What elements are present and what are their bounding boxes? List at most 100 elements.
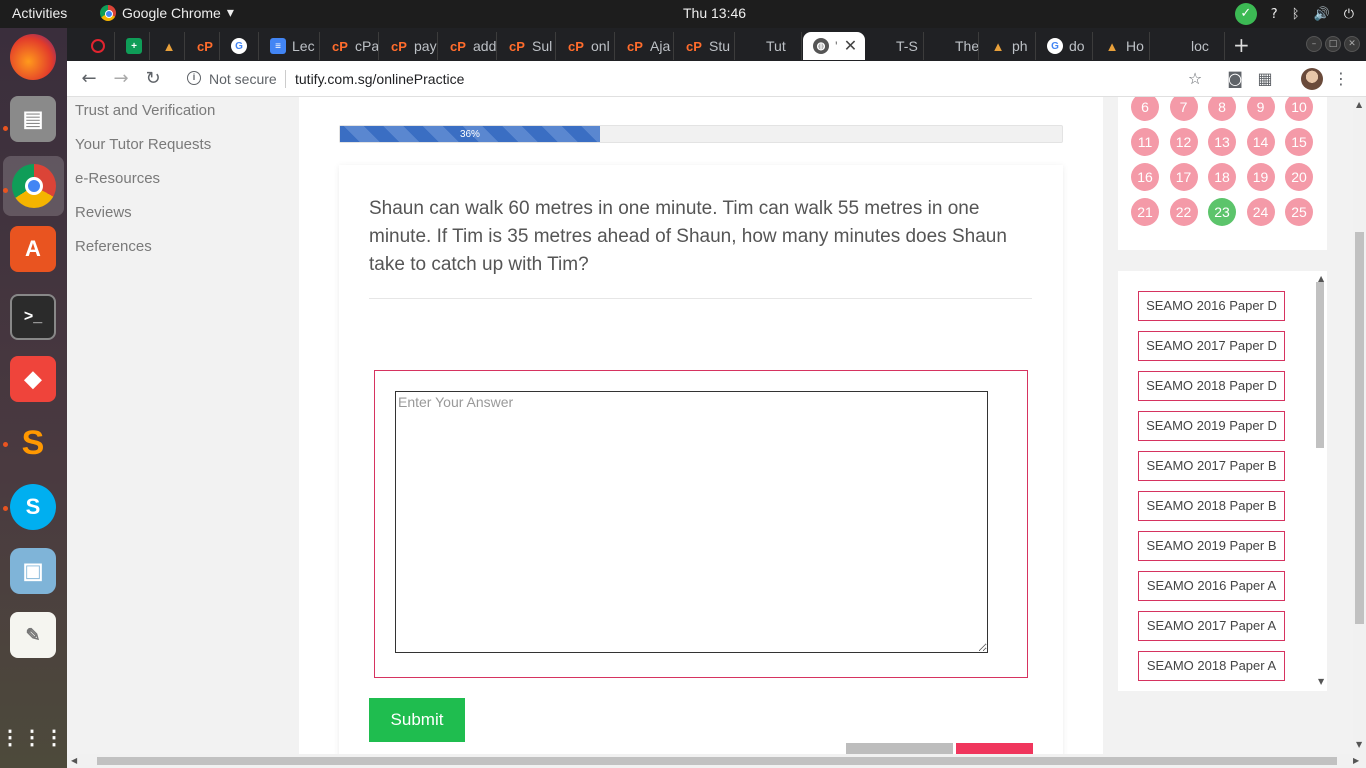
paper-link[interactable]: SEAMO 2017 Paper A [1138, 611, 1285, 641]
software-center-icon[interactable]: A [10, 226, 56, 272]
paper-link[interactable]: SEAMO 2018 Paper D [1138, 371, 1285, 401]
maximize-icon[interactable]: □ [1325, 36, 1341, 52]
virtualbox-icon[interactable]: ▣ [10, 548, 56, 594]
paper-link[interactable]: SEAMO 2018 Paper B [1138, 491, 1285, 521]
paper-link[interactable]: SEAMO 2017 Paper B [1138, 451, 1285, 481]
text-editor-icon[interactable]: ✎ [10, 612, 56, 658]
scroll-up-icon[interactable]: ▲ [1356, 100, 1362, 109]
sidebar-item-e-resources[interactable]: e-Resources [75, 170, 160, 187]
question-number-button[interactable]: 10 [1285, 97, 1313, 121]
tab[interactable]: cP add [439, 32, 497, 60]
question-number-button[interactable]: 20 [1285, 163, 1313, 191]
question-number-button[interactable]: 8 [1208, 97, 1236, 121]
paper-link[interactable]: SEAMO 2016 Paper A [1138, 571, 1285, 601]
scroll-down-icon[interactable]: ▼ [1356, 740, 1362, 749]
question-number-button[interactable]: 12 [1169, 128, 1198, 156]
forward-icon[interactable]: → [109, 67, 133, 91]
tab[interactable]: loc [1151, 32, 1225, 60]
firefox-icon[interactable] [10, 34, 56, 80]
question-number-button[interactable]: 15 [1285, 128, 1313, 156]
question-number-button[interactable]: 11 [1131, 128, 1159, 156]
info-icon[interactable]: i [187, 71, 201, 85]
sublime-icon[interactable]: S [10, 420, 56, 466]
question-number-button[interactable]: 13 [1208, 128, 1236, 156]
scroll-up-icon[interactable]: ▲ [1318, 274, 1324, 283]
tab[interactable]: cP cPa [321, 32, 379, 60]
not-secure-label[interactable]: Not secure [209, 71, 277, 87]
skype-icon[interactable]: S [10, 484, 56, 530]
paper-link[interactable]: SEAMO 2019 Paper B [1138, 531, 1285, 561]
new-tab-button[interactable]: + [1233, 33, 1250, 57]
tab[interactable]: cP pay [380, 32, 438, 60]
tab[interactable]: Tut [736, 32, 802, 60]
tab[interactable]: G [221, 32, 259, 60]
paper-link[interactable]: SEAMO 2017 Paper D [1138, 331, 1285, 361]
profile-avatar[interactable] [1301, 68, 1323, 90]
tab[interactable]: ▲ ph [980, 32, 1036, 60]
tab[interactable]: cP Aja [616, 32, 674, 60]
address-bar[interactable]: i Not secure tutify.com.sg/onlinePractic… [177, 65, 1217, 93]
system-tray[interactable]: ✓ ? ᛒ 🔊 ⏻ [1234, 3, 1354, 25]
tab[interactable]: cP Stu [675, 32, 735, 60]
question-number-button[interactable]: 22 [1169, 198, 1198, 226]
question-number-button[interactable]: 6 [1131, 97, 1159, 121]
prev-button[interactable] [846, 743, 953, 754]
horizontal-scrollbar-thumb[interactable] [97, 757, 1337, 765]
paper-link[interactable]: SEAMO 2016 Paper D [1138, 291, 1285, 321]
tab[interactable]: The [925, 32, 979, 60]
tab-active[interactable]: ◍ ' ✕ [803, 32, 865, 60]
horizontal-scrollbar[interactable]: ◀ ▶ [67, 754, 1366, 768]
tab[interactable]: cP Sul [498, 32, 556, 60]
next-button[interactable] [956, 743, 1033, 754]
chrome-dock-icon[interactable] [3, 156, 64, 216]
scroll-right-icon[interactable]: ▶ [1353, 756, 1359, 765]
sidebar-item-trust[interactable]: Trust and Verification [75, 102, 215, 119]
bookmark-star-icon[interactable]: ☆ [1185, 69, 1205, 89]
power-icon[interactable]: ⏻ [1344, 7, 1354, 22]
tab[interactable] [81, 32, 115, 60]
sidebar-item-tutor-requests[interactable]: Your Tutor Requests [75, 136, 211, 153]
tab[interactable]: + [116, 32, 150, 60]
question-number-button[interactable]: 19 [1246, 163, 1275, 191]
question-number-button[interactable]: 21 [1131, 198, 1159, 226]
submit-button[interactable]: Submit [369, 698, 465, 742]
help-icon[interactable]: ? [1271, 7, 1278, 22]
tab[interactable]: ▲ [151, 32, 185, 60]
close-tab-icon[interactable]: ✕ [844, 36, 857, 56]
tab[interactable]: ▲ Ho [1094, 32, 1150, 60]
show-apps-icon[interactable]: ⋮⋮⋮ [0, 714, 64, 760]
check-icon[interactable]: ✓ [1234, 3, 1257, 25]
bluetooth-icon[interactable]: ᛒ [1292, 7, 1300, 22]
more-menu-icon[interactable]: ⋮ [1331, 69, 1351, 89]
app-menu[interactable]: Google Chrome ▾ [100, 4, 234, 21]
tab[interactable]: ≡ Lec [260, 32, 320, 60]
reload-icon[interactable]: ↻ [141, 67, 165, 91]
tab[interactable]: Gdo [1037, 32, 1093, 60]
files-icon[interactable]: ▤ [10, 96, 56, 142]
tab[interactable]: cP onl [557, 32, 615, 60]
volume-icon[interactable]: 🔊 [1314, 7, 1330, 22]
activities-button[interactable]: Activities [12, 5, 67, 21]
url-text[interactable]: tutify.com.sg/onlinePractice [295, 71, 464, 87]
camera-icon[interactable]: ◙ [1225, 69, 1245, 89]
back-icon[interactable]: ← [77, 67, 101, 91]
question-number-button[interactable]: 18 [1208, 163, 1236, 191]
scroll-down-icon[interactable]: ▼ [1318, 677, 1324, 686]
sidebar-item-reviews[interactable]: Reviews [75, 204, 132, 221]
papers-scrollbar-thumb[interactable] [1316, 282, 1324, 448]
terminal-icon[interactable]: >_ [10, 294, 56, 340]
close-window-icon[interactable]: ✕ [1344, 36, 1360, 52]
page-scrollbar-thumb[interactable] [1355, 232, 1364, 624]
question-number-button[interactable]: 25 [1285, 198, 1313, 226]
sidebar-item-references[interactable]: References [75, 238, 152, 255]
question-number-button[interactable]: 23 [1208, 198, 1236, 226]
question-number-button[interactable]: 16 [1131, 163, 1159, 191]
paper-link[interactable]: SEAMO 2019 Paper D [1138, 411, 1285, 441]
question-number-button[interactable]: 7 [1169, 97, 1198, 121]
anydesk-icon[interactable]: ◆ [10, 356, 56, 402]
answer-textarea[interactable] [395, 391, 988, 653]
question-number-button[interactable]: 9 [1246, 97, 1275, 121]
tab[interactable]: T-S [866, 32, 924, 60]
tab[interactable]: cP [186, 32, 220, 60]
paper-link[interactable]: SEAMO 2018 Paper A [1138, 651, 1285, 681]
